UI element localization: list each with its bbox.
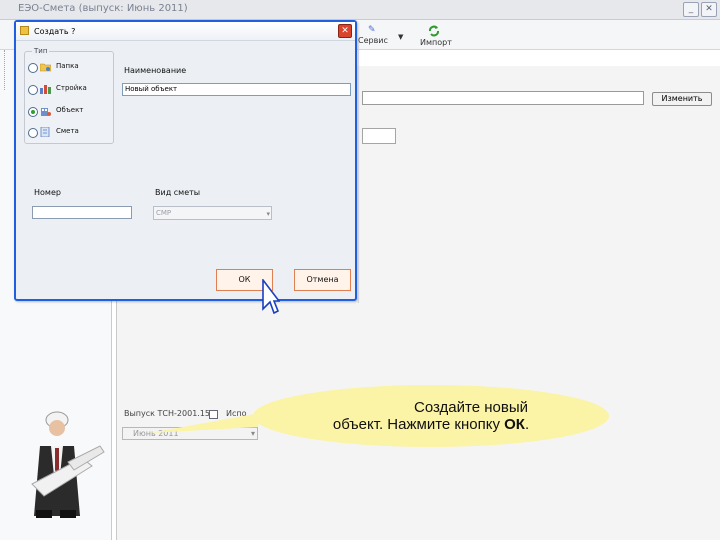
type-option-label: Папка [56, 62, 79, 70]
type-option-construction[interactable]: Стройка [28, 83, 112, 97]
instruction-bubble: Создайте новый объект. Нажмите кнопку ОК… [253, 385, 609, 447]
estimate-icon [40, 127, 50, 137]
name-field[interactable]: Новый объект [122, 83, 351, 96]
type-option-estimate[interactable]: Смета [28, 126, 112, 140]
import-button[interactable]: Импорт [420, 38, 452, 47]
dialog-close-button[interactable]: ✕ [338, 24, 352, 38]
type-option-folder[interactable]: Папка [28, 61, 112, 75]
close-window-button[interactable]: ✕ [701, 2, 717, 17]
construction-icon [40, 85, 51, 94]
type-option-label: Смета [56, 127, 79, 135]
object-icon [41, 108, 51, 116]
instruction-text: Создайте новый объект. Нажмите кнопку ОК… [253, 385, 609, 447]
refresh-icon[interactable] [427, 25, 441, 37]
cancel-button[interactable]: Отмена [294, 269, 351, 291]
instruction-ok-emphasis: ОК [504, 416, 525, 433]
radio-button-selected[interactable] [28, 107, 38, 117]
change-button[interactable]: Изменить [652, 92, 712, 106]
instruction-line-1: Создайте новый [414, 399, 528, 416]
type-option-label: Стройка [56, 84, 87, 92]
number-field[interactable] [32, 206, 132, 219]
type-group-label: Тип [32, 47, 50, 55]
type-option-object[interactable]: Объект [28, 105, 112, 119]
estimate-kind-value: СМР [156, 209, 172, 217]
estimate-kind-label: Вид сметы [155, 188, 201, 197]
dialog-divider [358, 42, 359, 303]
minimize-button[interactable]: _ [683, 2, 699, 17]
code-field[interactable] [362, 128, 396, 144]
type-option-label: Объект [56, 106, 84, 114]
estimate-kind-select[interactable]: СМР ▾ [153, 206, 272, 220]
app-title: ЕЭО-Смета (выпуск: Июнь 2011) [18, 3, 188, 14]
service-menu-button[interactable]: Сервис [358, 36, 388, 45]
speech-bubble-tail [150, 413, 260, 433]
mouse-pointer-icon [262, 279, 280, 315]
name-label: Наименование [124, 66, 187, 75]
service-icon[interactable]: ✎ [368, 25, 376, 35]
chevron-down-icon[interactable]: ▾ [266, 208, 270, 220]
object-name-field[interactable] [362, 91, 644, 105]
instruction-line-2-end: . [524, 416, 530, 433]
create-dialog: Создать ? ✕ Тип Папка Стройка Объект Сме… [14, 20, 359, 303]
number-label: Номер [34, 188, 61, 197]
tree-guide-line [4, 50, 5, 90]
instruction-line-2-text: объект. Нажмите кнопку [332, 416, 505, 433]
radio-button[interactable] [28, 63, 38, 73]
dialog-title: Создать ? [34, 27, 76, 36]
tutor-illustration [31, 411, 105, 518]
instruction-line-2: объект. Нажмите кнопку ОК. [253, 416, 609, 433]
radio-button[interactable] [28, 85, 38, 95]
radio-button[interactable] [28, 128, 38, 138]
folder-icon [40, 63, 51, 72]
chevron-down-icon[interactable]: ▼ [398, 33, 403, 41]
dialog-app-icon [20, 26, 29, 35]
